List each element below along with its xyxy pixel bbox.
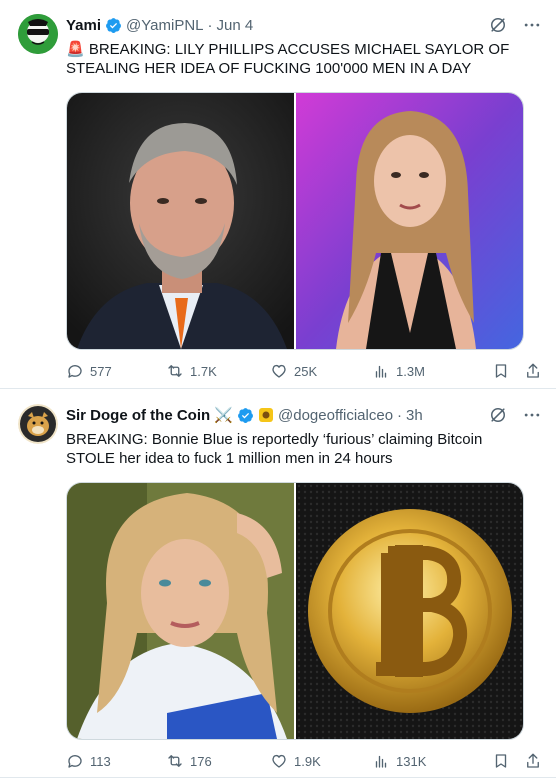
media-photo-bitcoin[interactable] <box>296 483 523 739</box>
reply-count: 113 <box>90 753 111 769</box>
tweet-actions: 577 1.7K 25K 1.3M <box>66 361 542 381</box>
retweet-count: 1.7K <box>190 363 217 379</box>
author-name[interactable]: Sir Doge of the Coin ⚔️ <box>66 406 233 424</box>
author-handle[interactable]: @dogeofficialceo <box>278 407 393 424</box>
avatar-icon <box>18 404 58 444</box>
tweet-text: BREAKING: Bonnie Blue is reportedly ‘fur… <box>66 431 483 467</box>
grok-icon[interactable] <box>488 405 508 425</box>
timeline-feed: Yami @YamiPNL · Jun 4 🚨 BREAKING: LILY P… <box>0 0 556 778</box>
media-photo-woman[interactable] <box>296 93 523 349</box>
views-button[interactable]: 1.3M <box>372 362 476 380</box>
tweet[interactable]: Yami @YamiPNL · Jun 4 🚨 BREAKING: LILY P… <box>0 0 556 389</box>
heart-icon <box>272 754 286 768</box>
photo-man <box>67 93 294 349</box>
separator: · <box>397 406 403 424</box>
media-photo-woman-blonde[interactable] <box>67 483 294 739</box>
views-button[interactable]: 131K <box>372 752 476 770</box>
reply-button[interactable]: 113 <box>66 752 166 770</box>
more-icon[interactable] <box>522 405 542 425</box>
like-button[interactable]: 25K <box>270 362 372 380</box>
photo-woman-blonde <box>67 483 294 739</box>
timestamp[interactable]: 3h <box>406 407 423 424</box>
separator: · <box>207 16 213 34</box>
author-handle[interactable]: @YamiPNL <box>126 17 203 34</box>
reply-icon <box>68 755 82 768</box>
tweet-media[interactable] <box>66 92 524 350</box>
tweet-actions: 113 176 1.9K 131K <box>66 751 542 771</box>
retweet-icon <box>168 365 182 377</box>
grok-icon[interactable] <box>488 15 508 35</box>
avatar-icon <box>18 14 58 54</box>
tweet[interactable]: Sir Doge of the Coin ⚔️ @dogeofficialceo… <box>0 389 556 778</box>
view-count: 131K <box>396 753 427 769</box>
affiliate-badge-icon <box>258 407 274 423</box>
bookmark-icon[interactable] <box>492 362 510 380</box>
timestamp[interactable]: Jun 4 <box>217 17 254 34</box>
retweet-button[interactable]: 1.7K <box>166 362 270 380</box>
retweet-icon <box>168 755 182 767</box>
like-button[interactable]: 1.9K <box>270 752 372 770</box>
more-icon[interactable] <box>522 15 542 35</box>
heart-icon <box>272 364 286 378</box>
reply-button[interactable]: 577 <box>66 362 166 380</box>
view-count: 1.3M <box>396 363 425 379</box>
like-count: 1.9K <box>294 753 321 769</box>
reply-count: 577 <box>90 363 112 379</box>
share-icon[interactable] <box>524 362 542 380</box>
tweet-text: 🚨 BREAKING: LILY PHILLIPS ACCUSES MICHAE… <box>66 41 510 77</box>
verified-badge-icon <box>105 17 122 34</box>
avatar[interactable] <box>18 14 58 54</box>
views-icon <box>375 755 387 768</box>
media-photo-man[interactable] <box>67 93 294 349</box>
verified-badge-icon <box>237 407 254 424</box>
author-name[interactable]: Yami <box>66 17 101 34</box>
photo-woman <box>296 93 523 349</box>
retweet-count: 176 <box>190 753 212 769</box>
reply-icon <box>68 365 82 378</box>
views-icon <box>375 365 387 378</box>
photo-bitcoin-coin <box>296 483 523 739</box>
share-icon[interactable] <box>524 752 542 770</box>
like-count: 25K <box>294 363 318 379</box>
bookmark-icon[interactable] <box>492 752 510 770</box>
tweet-media[interactable] <box>66 482 524 740</box>
avatar[interactable] <box>18 404 58 444</box>
retweet-button[interactable]: 176 <box>166 752 270 770</box>
